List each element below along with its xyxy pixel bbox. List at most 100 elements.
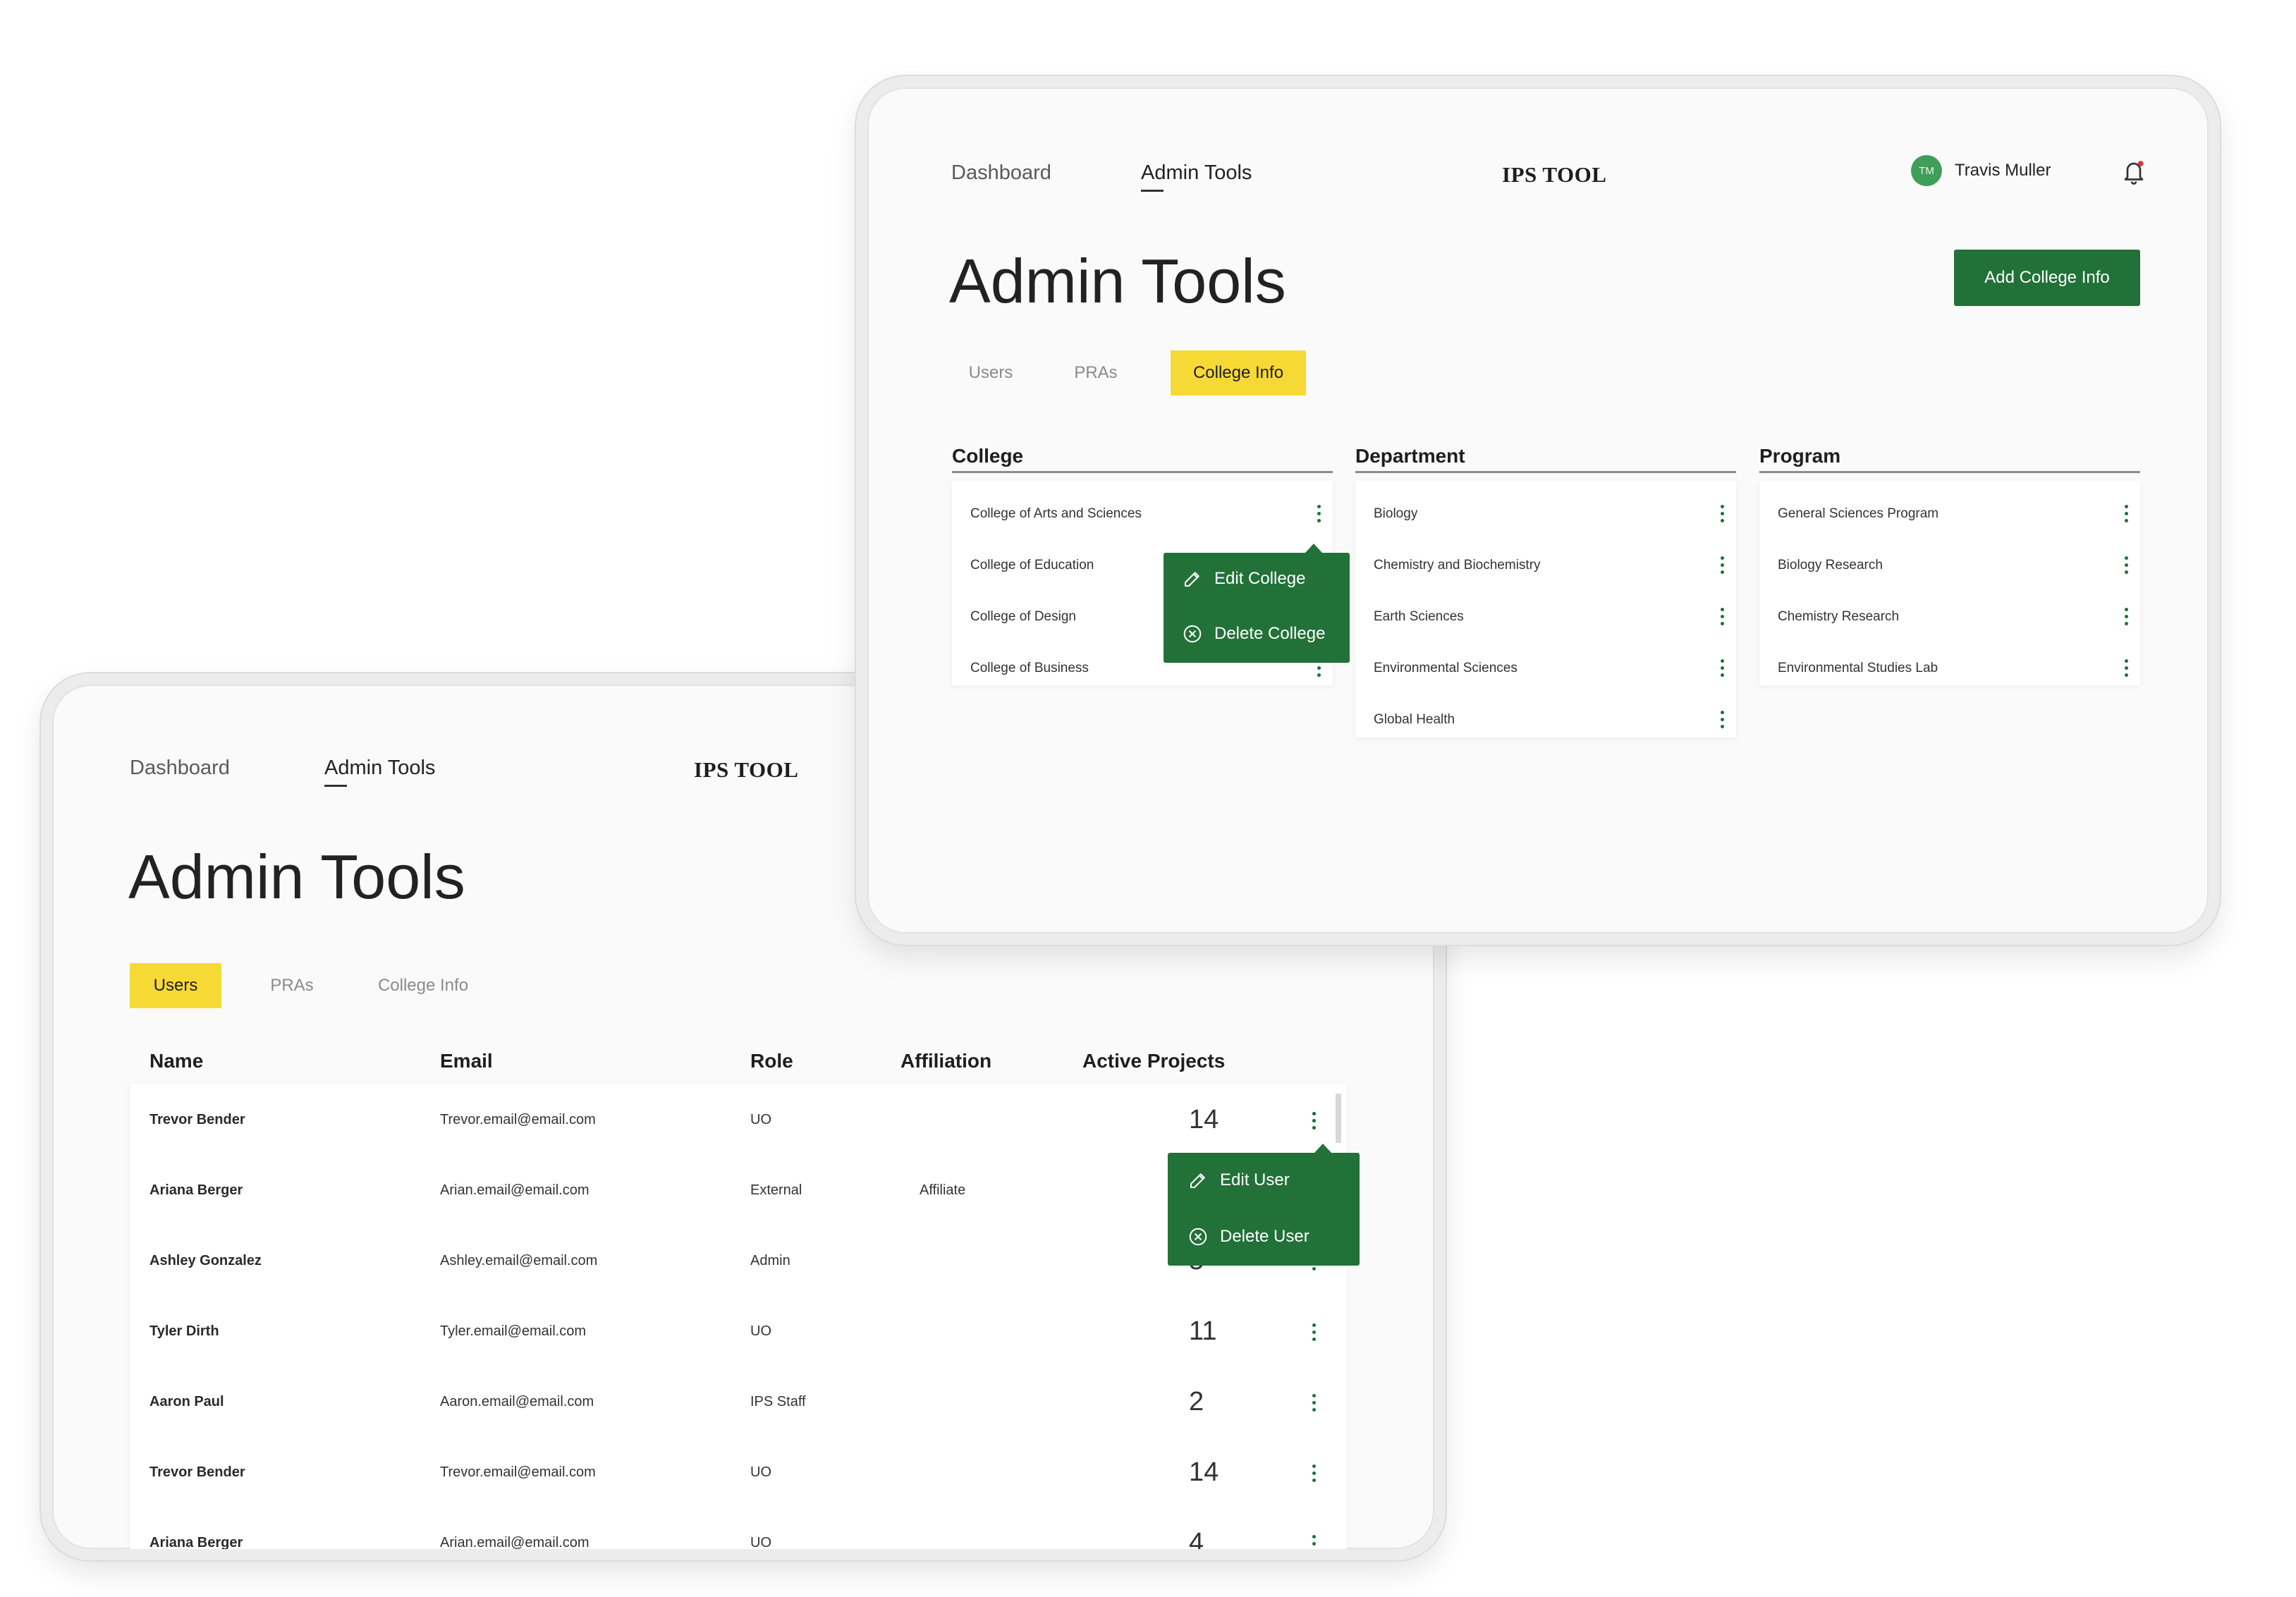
cell-role: Admin [750,1253,790,1268]
college-actions-menu: Edit College Delete College [1164,544,1350,663]
circle-x-icon [1183,625,1202,643]
cell-name: Ariana Berger [149,1535,243,1550]
table-row[interactable]: Trevor Bender Trevor.email@email.com UO … [130,1099,1347,1142]
cell-email: Arian.email@email.com [440,1182,590,1198]
kebab-icon[interactable] [1317,505,1321,522]
add-college-info-button[interactable]: Add College Info [1954,250,2140,306]
delete-college-option[interactable]: Delete College [1182,623,1325,644]
kebab-icon[interactable] [1720,711,1724,728]
table-row[interactable]: Aaron Paul Aaron.email@email.com IPS Sta… [130,1381,1347,1424]
kebab-icon[interactable] [1720,659,1724,677]
list-item[interactable]: Environmental Sciences [1355,649,1736,687]
cell-name: Tyler Dirth [149,1323,219,1339]
bell-icon[interactable] [2121,158,2147,186]
delete-user-label: Delete User [1220,1227,1309,1246]
table-row[interactable]: Ashley Gonzalez Ashley.email@email.com A… [130,1240,1347,1283]
kebab-icon[interactable] [2124,505,2128,522]
menu-arrow [1305,544,1323,553]
nav-admin-tools[interactable]: Admin Tools [324,757,435,780]
column-header-role[interactable]: Role [750,1050,793,1072]
college-column-header: College [952,445,1024,467]
tab-pras[interactable]: PRAs [1061,350,1131,396]
list-item[interactable]: Global Health [1355,701,1736,739]
table-row[interactable]: Ariana Berger Arian.email@email.com UO 4 [130,1522,1347,1558]
kebab-icon[interactable] [1720,556,1724,574]
college-name: College of Design [970,609,1076,624]
tab-college-info[interactable]: College Info [1171,350,1306,396]
program-column-header: Program [1759,445,1841,467]
list-item[interactable]: Environmental Studies Lab [1759,649,2140,687]
department-name: Global Health [1374,712,1455,727]
circle-x-icon [1189,1228,1207,1246]
program-name: Environmental Studies Lab [1778,661,1938,675]
college-name: College of Arts and Sciences [970,506,1142,521]
college-name: College of Business [970,661,1089,675]
cell-role: UO [750,1535,771,1550]
cell-role: UO [750,1323,771,1339]
tab-college-info[interactable]: College Info [367,963,480,1008]
nav-dashboard[interactable]: Dashboard [951,161,1051,185]
tab-users[interactable]: Users [952,350,1030,396]
user-menu[interactable]: TM Travis Muller [1911,155,2051,186]
cell-name: Ashley Gonzalez [149,1253,262,1268]
cell-email: Trevor.email@email.com [440,1112,596,1127]
cell-email: Ashley.email@email.com [440,1253,598,1268]
kebab-icon[interactable] [1312,1535,1316,1549]
list-item[interactable]: General Sciences Program [1759,495,2140,533]
kebab-icon[interactable] [1312,1112,1316,1130]
college-info-admin-window: Dashboard Admin Tools IPS TOOL TM Travis… [856,76,2220,945]
program-name: Biology Research [1778,558,1883,573]
edit-user-label: Edit User [1220,1170,1290,1189]
cell-email: Aaron.email@email.com [440,1394,594,1409]
cell-name: Ariana Berger [149,1182,243,1198]
pencil-icon [1185,572,1199,587]
tab-users[interactable]: Users [130,963,221,1008]
list-item[interactable]: College of Arts and Sciences [952,495,1333,533]
kebab-icon[interactable] [2124,556,2128,574]
list-item[interactable]: Biology [1355,495,1736,533]
edit-college-label: Edit College [1214,569,1306,588]
table-row[interactable]: Tyler Dirth Tyler.email@email.com UO 11 [130,1311,1347,1353]
kebab-icon[interactable] [2124,659,2128,677]
pencil-icon [1190,1173,1205,1188]
kebab-icon[interactable] [1720,608,1724,625]
list-item[interactable]: Earth Sciences [1355,598,1736,636]
cell-name: Trevor Bender [149,1112,245,1127]
list-item[interactable]: Chemistry Research [1759,598,2140,636]
column-header-email[interactable]: Email [440,1050,493,1072]
department-column-header: Department [1355,445,1465,467]
kebab-icon[interactable] [2124,608,2128,625]
department-list: Biology Chemistry and Biochemistry Earth… [1355,481,1736,738]
brand-logo: IPS TOOL [1502,162,1607,187]
delete-user-option[interactable]: Delete User [1187,1226,1309,1247]
department-name: Environmental Sciences [1374,661,1518,675]
program-divider [1759,471,2140,473]
table-row[interactable]: Ariana Berger Arian.email@email.com Exte… [130,1170,1347,1212]
user-name: Travis Muller [1955,161,2051,180]
cell-active-projects: 4 [1189,1528,1204,1558]
kebab-icon[interactable] [1312,1394,1316,1412]
users-table: Trevor Bender Trevor.email@email.com UO … [130,1084,1360,1558]
column-header-name[interactable]: Name [149,1050,203,1072]
column-header-active-projects[interactable]: Active Projects [1082,1050,1225,1072]
nav-admin-tools[interactable]: Admin Tools [1141,161,1252,185]
list-item[interactable]: Biology Research [1759,546,2140,585]
cell-role: IPS Staff [750,1394,806,1409]
avatar: TM [1911,155,1942,186]
kebab-icon[interactable] [1720,505,1724,522]
tab-pras[interactable]: PRAs [257,963,327,1008]
program-name: Chemistry Research [1778,609,1900,624]
table-row[interactable]: Trevor Bender Trevor.email@email.com UO … [130,1452,1347,1494]
kebab-icon[interactable] [1312,1323,1316,1341]
nav-dashboard[interactable]: Dashboard [130,757,230,780]
cell-email: Arian.email@email.com [440,1535,590,1550]
page-title: Admin Tools [128,842,465,912]
delete-college-label: Delete College [1214,624,1326,643]
column-header-affiliation[interactable]: Affiliation [900,1050,991,1072]
college-name: College of Education [970,558,1094,573]
list-item[interactable]: Chemistry and Biochemistry [1355,546,1736,585]
kebab-icon[interactable] [1312,1464,1316,1482]
edit-college-option[interactable]: Edit College [1182,568,1305,589]
edit-user-option[interactable]: Edit User [1187,1170,1290,1191]
cell-active-projects: 2 [1189,1387,1204,1417]
